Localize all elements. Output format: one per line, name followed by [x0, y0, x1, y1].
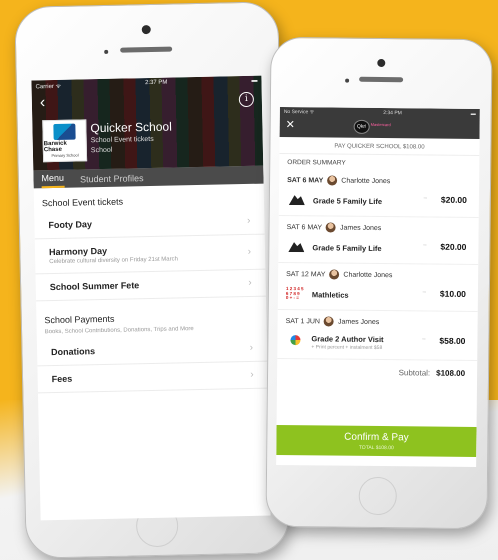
order-date: SAT 6 MAY	[287, 176, 324, 184]
school-category: School	[90, 146, 113, 155]
chevron-right-icon: ›	[246, 215, 251, 227]
order-item-price: $20.00	[440, 194, 467, 205]
order-item-title: Grade 5 Family Life	[312, 195, 383, 206]
pay-header: PAY QUICKER SCHOOL $108.00	[279, 136, 480, 157]
chevron-right-icon: ›	[250, 369, 254, 381]
remove-icon[interactable]: –	[423, 289, 426, 295]
carrier-label: No Service ᯤ	[283, 109, 315, 116]
subtotal-value: $108.00	[436, 368, 466, 378]
order-item-price: $58.00	[439, 335, 466, 346]
subtotal-row: Subtotal: $108.00	[277, 359, 477, 386]
speaker-icon	[120, 46, 173, 53]
order-date: SAT 12 MAY	[286, 270, 326, 278]
school-subtitle: School Event tickets	[90, 135, 154, 145]
shoe-icon	[286, 240, 306, 254]
menu-item-fees[interactable]: Fees ›	[37, 361, 268, 394]
time-label: 2:37 PM	[144, 79, 168, 87]
order-item-price: $10.00	[439, 288, 466, 299]
school-name: Quicker School	[90, 119, 172, 136]
order-item[interactable]: Grade 2 Author Visit + Print percent + i…	[277, 327, 478, 362]
confirm-total-label: TOTAL $108.00	[358, 444, 394, 451]
order-item[interactable]: Grade 5 Family Life – $20.00	[278, 233, 479, 266]
order-item[interactable]: Grade 5 Family Life – $20.00	[278, 186, 480, 219]
menu-item-label: Footy Day	[48, 219, 93, 231]
order-item-title: Mathletics	[311, 289, 349, 300]
avatar	[327, 175, 338, 186]
qkr-logo: Qkr!	[353, 119, 370, 134]
confirm-pay-button[interactable]: Confirm & Pay TOTAL $108.00	[276, 424, 477, 458]
battery-icon: ▬	[470, 110, 476, 118]
chevron-right-icon: ›	[247, 246, 252, 258]
remove-icon[interactable]: –	[423, 242, 426, 248]
order-item-title: Grade 5 Family Life	[312, 242, 382, 253]
battery-icon: ▬	[251, 77, 258, 84]
tab-student-profiles[interactable]: Student Profiles	[80, 173, 144, 187]
order-item-price: $20.00	[440, 241, 467, 252]
order-date: SAT 1 JUN	[285, 317, 321, 325]
order-item[interactable]: 1 2 3 4 56 7 8 90 + - = Mathletics – $10…	[277, 280, 479, 313]
school-logo: Barwick Chase Primary School	[42, 119, 88, 163]
student-name: Charlotte Jones	[341, 177, 391, 185]
order-date-row: SAT 12 MAY Charlotte Jones	[278, 263, 478, 283]
student-name: Charlotte Jones	[343, 271, 393, 279]
close-icon[interactable]: ✕	[286, 118, 295, 131]
menu-item-summer-fete[interactable]: School Summer Fete ›	[35, 269, 266, 302]
shoe-icon	[287, 193, 307, 207]
order-date-row: SAT 6 MAY James Jones	[279, 216, 479, 236]
logo-emblem	[53, 123, 76, 141]
sensor-icon	[345, 78, 350, 83]
menu-item-label: Fees	[51, 373, 73, 385]
tab-menu[interactable]: Menu	[41, 172, 65, 189]
camera-icon	[377, 58, 386, 68]
payment-topbar: No Service ᯤ 2:34 PM ▬ ✕ Qkr! Mastercard	[279, 106, 480, 140]
remove-icon[interactable]: –	[424, 195, 427, 201]
right-screen: No Service ᯤ 2:34 PM ▬ ✕ Qkr! Mastercard…	[276, 106, 480, 468]
order-date-row: SAT 6 MAY Charlotte Jones	[279, 169, 479, 189]
brand-badge: Mastercard	[370, 121, 391, 128]
camera-icon	[141, 24, 151, 35]
mathletics-icon: 1 2 3 4 56 7 8 90 + - =	[285, 286, 304, 301]
order-item-title: Grade 2 Author Visit	[311, 334, 384, 345]
order-date-row: SAT 1 JUN James Jones	[278, 310, 478, 330]
chevron-right-icon: ›	[249, 342, 254, 354]
menu-item-label: School Summer Fete	[49, 280, 140, 293]
student-name: James Jones	[339, 224, 382, 232]
menu-item-harmony-day[interactable]: Harmony Day Celebrate cultural diversity…	[34, 234, 266, 275]
chevron-right-icon: ›	[248, 277, 252, 289]
avatar	[323, 316, 335, 327]
avatar	[325, 222, 337, 233]
logo-text: Barwick Chase	[43, 140, 67, 154]
back-chevron-icon[interactable]: ‹	[40, 94, 46, 112]
remove-icon[interactable]: –	[422, 336, 425, 342]
subtotal-label: Subtotal:	[398, 368, 431, 378]
order-date: SAT 6 MAY	[286, 223, 323, 231]
sensor-icon	[104, 49, 109, 54]
order-item-subtext: + Print percent + instalment $58	[311, 344, 383, 352]
status-bar: Carrier ᯤ 2:37 PM ▬	[35, 77, 258, 93]
time-label: 2:34 PM	[383, 110, 402, 117]
school-hero: Carrier ᯤ 2:37 PM ▬ ‹ i Barwick Chase Pr…	[31, 75, 264, 171]
confirm-pay-label: Confirm & Pay	[344, 431, 409, 443]
info-icon[interactable]: i	[238, 91, 255, 108]
menu-item-label: Donations	[51, 346, 96, 358]
status-bar: No Service ᯤ 2:34 PM ▬	[284, 109, 476, 117]
student-name: James Jones	[337, 318, 380, 326]
speaker-icon	[359, 76, 404, 83]
avatar	[329, 269, 340, 280]
home-button[interactable]	[358, 476, 397, 516]
left-screen: Carrier ᯤ 2:37 PM ▬ ‹ i Barwick Chase Pr…	[31, 75, 271, 521]
author-visit-icon	[285, 335, 305, 349]
logo-subtext: Primary School	[51, 152, 79, 159]
carrier-label: Carrier ᯤ	[35, 83, 62, 91]
